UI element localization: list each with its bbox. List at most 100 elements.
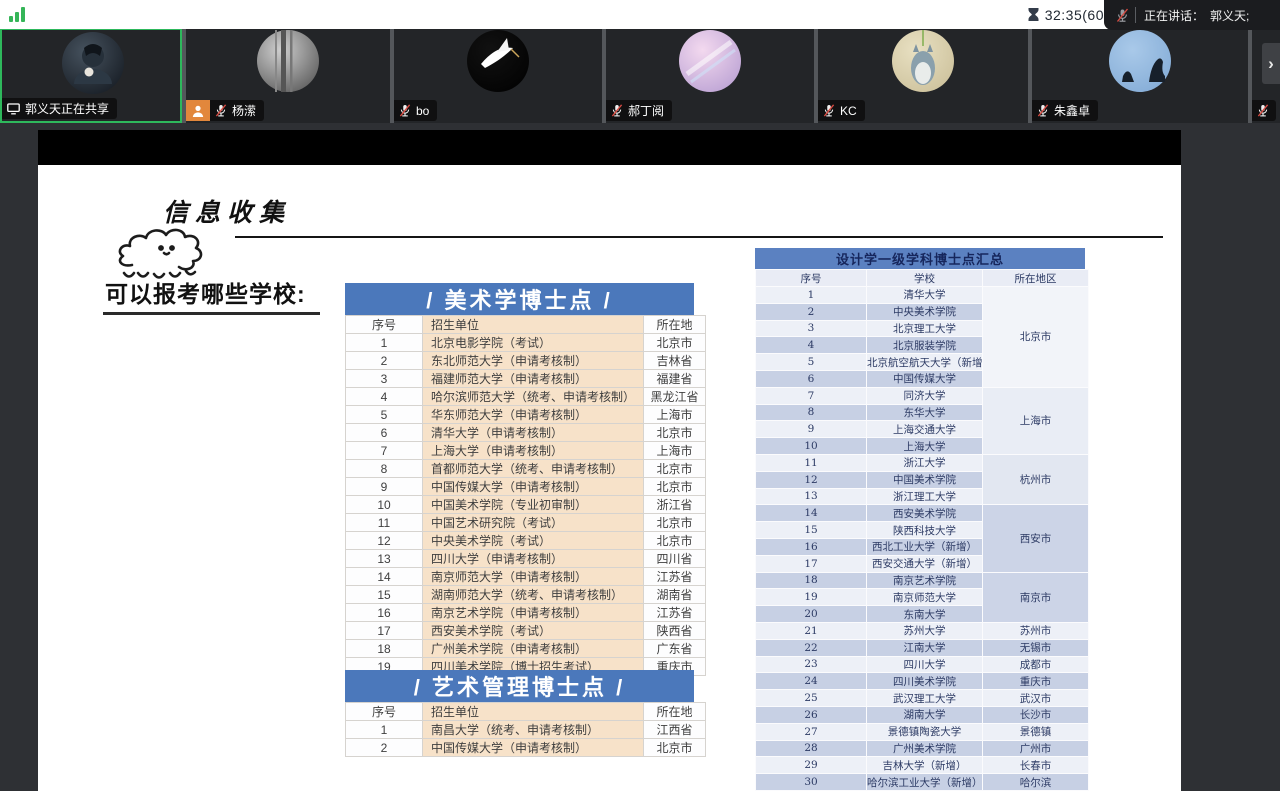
table-cell-region: 哈尔滨 [983,774,1089,791]
avatar [257,30,319,92]
dino-avatar-art [1109,30,1171,92]
table-cell: 15 [346,586,423,604]
table-cell-region: 上海市 [983,387,1089,454]
slide-question: 可以报考哪些学校: [103,275,320,315]
table-cell: 3 [346,370,423,388]
name-label-row: 郝丁阅 [606,100,672,121]
table-cell-school: 苏州大学 [867,622,983,639]
column-header: 学校 [867,270,983,287]
table-cell-school: 湖南大学 [867,706,983,723]
mic-muted-icon [399,104,411,118]
table-cell-region: 南京市 [983,572,1089,622]
table-cell-school: 清华大学 [867,287,983,304]
divider-line [235,236,1163,238]
mic-muted-icon [823,104,835,118]
table-cell: 江苏省 [644,604,706,622]
table-row: 11浙江大学杭州市 [756,454,1089,471]
table-cell: 哈尔滨师范大学（统考、申请考核制） [423,388,644,406]
name-label-row: 郭义天正在共享 [2,98,117,119]
table-cell-school: 东南大学 [867,606,983,623]
participant-name: KC [840,104,857,118]
table-cell-school: 北京理工大学 [867,320,983,337]
table-cell-index: 20 [756,606,867,623]
column-header: 所在地 [644,316,706,334]
table-cell-school: 广州美术学院 [867,740,983,757]
table-cell-school: 上海大学 [867,438,983,455]
avatar [679,30,741,92]
table-cell: 12 [346,532,423,550]
table-cell-index: 5 [756,354,867,371]
table-row: 5华东师范大学（申请考核制）上海市 [346,406,706,424]
column-header: 序号 [756,270,867,287]
table: 序号学校所在地区1清华大学北京市2中央美术学院3北京理工大学4北京服装学院5北京… [755,269,1089,791]
table-cell: 2 [346,352,423,370]
meeting-window: 32:35(60 正在讲话： 郭义天; 郭义天正在共享 杨潆 bo 郝丁阅 [0,0,1280,791]
table-row: 13四川大学（申请考核制）四川省 [346,550,706,568]
art-management-phd-table: / 艺术管理博士点 /序号招生单位所在地1南昌大学（统考、申请考核制）江西省2中… [345,670,694,757]
table-cell: 吉林省 [644,352,706,370]
table-cell-region: 长沙市 [983,706,1089,723]
table-row: 23四川大学成都市 [756,656,1089,673]
table-cell-region: 武汉市 [983,690,1089,707]
table-cell: 北京市 [644,739,706,757]
participant-name: 郭义天正在共享 [25,100,109,117]
table-cell-index: 10 [756,438,867,455]
table-cell: 湖南师范大学（统考、申请考核制） [423,586,644,604]
sheep-doodle-icon [108,221,240,283]
table-row: 2东北师范大学（申请考核制）吉林省 [346,352,706,370]
table-row: 8首都师范大学（统考、申请考核制）北京市 [346,460,706,478]
table-cell: 中国传媒大学（申请考核制） [423,739,644,757]
table-cell: 广东省 [644,640,706,658]
table-header-row: 序号招生单位所在地 [346,703,706,721]
name-pill: 朱鑫卓 [1032,100,1098,121]
table-cell: 4 [346,388,423,406]
table-cell: 14 [346,568,423,586]
table-cell: 四川省 [644,550,706,568]
table-row: 14南京师范大学（申请考核制）江苏省 [346,568,706,586]
table-row: 1北京电影学院（考试）北京市 [346,334,706,352]
name-label-row: 杨潆 [186,100,264,121]
table-title: 设计学一级学科博士点汇总 [755,248,1085,269]
participant-name: 郝丁阅 [628,102,664,119]
participant-tile[interactable]: 郭义天正在共享 [0,28,182,123]
table-cell: 清华大学（申请考核制） [423,424,644,442]
table-cell: 福建师范大学（申请考核制） [423,370,644,388]
participant-tile[interactable]: 郝丁阅 [606,28,814,123]
table-cell: 黑龙江省 [644,388,706,406]
table-cell: 江西省 [644,721,706,739]
table-row: 26湖南大学长沙市 [756,706,1089,723]
strip-scroll-right-button[interactable]: › [1262,43,1280,84]
photo-avatar-art [257,30,319,92]
table-cell-index: 14 [756,505,867,522]
table-cell-region: 长春市 [983,757,1089,774]
table-cell-index: 15 [756,522,867,539]
fine-art-phd-table: / 美术学博士点 /序号招生单位所在地1北京电影学院（考试）北京市2东北师范大学… [345,283,694,676]
participant-name: 朱鑫卓 [1054,102,1090,119]
mic-muted-icon [1116,8,1129,23]
table-cell-school: 四川大学 [867,656,983,673]
participant-tile[interactable]: 朱鑫卓 [1032,28,1248,123]
name-label-row [1252,100,1276,121]
table-cell-school: 江南大学 [867,639,983,656]
iridescent-avatar-art [679,30,741,92]
table-cell: 北京市 [644,478,706,496]
table-cell: 华东师范大学（申请考核制） [423,406,644,424]
participant-tile[interactable]: KC [818,28,1028,123]
table-cell-index: 23 [756,656,867,673]
speaking-names: 郭义天; [1210,7,1249,24]
table-row: 2中国传媒大学（申请考核制）北京市 [346,739,706,757]
table-cell-school: 北京服装学院 [867,337,983,354]
column-header: 序号 [346,316,423,334]
table-cell-index: 13 [756,488,867,505]
table-cell: 南京艺术学院（申请考核制） [423,604,644,622]
hourglass-icon [1027,7,1040,22]
table-cell: 南昌大学（统考、申请考核制） [423,721,644,739]
participant-tile[interactable]: 杨潆 [186,28,390,123]
participant-tile[interactable]: bo [394,28,602,123]
table-cell: 中央美术学院（考试） [423,532,644,550]
table-cell: 13 [346,550,423,568]
table-cell-index: 27 [756,723,867,740]
shared-slide: 信息收集 可以报考哪些学校: / 美术学博士点 /序号招生单位所在地1北京电影学… [38,165,1181,791]
table-row: 6清华大学（申请考核制）北京市 [346,424,706,442]
table-cell-index: 12 [756,471,867,488]
